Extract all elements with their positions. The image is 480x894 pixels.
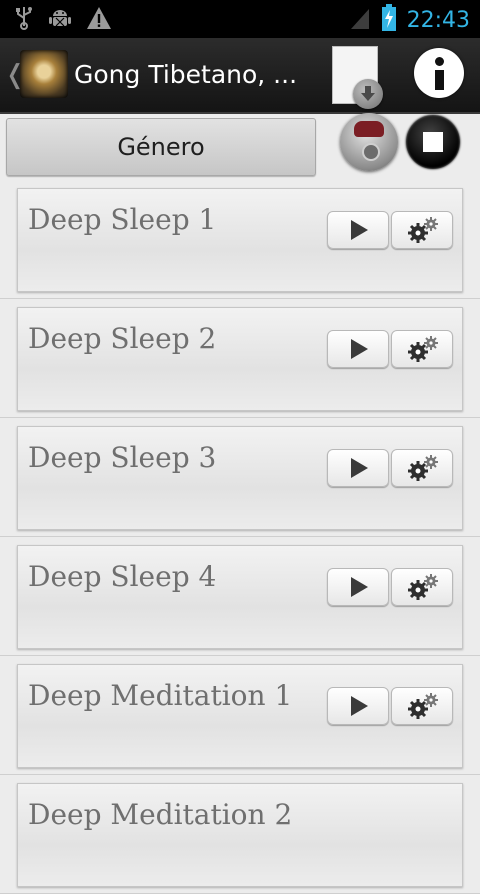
android-debug-icon [48, 6, 72, 34]
usb-icon [14, 6, 34, 34]
track-title: Deep Sleep 2 [28, 322, 217, 355]
settings-button[interactable] [391, 211, 453, 249]
gears-icon [408, 693, 438, 719]
warning-icon [86, 6, 112, 34]
track-card[interactable]: Deep Sleep 2 [17, 307, 463, 411]
action-bar: ❬ Gong Tibetano, ... [0, 38, 480, 114]
track-list: Deep Sleep 1 Deep Sleep 2 Deep Sleep 3 D… [0, 180, 480, 894]
info-button[interactable] [414, 48, 464, 98]
track-title: Deep Sleep 3 [28, 441, 217, 474]
settings-button[interactable] [391, 687, 453, 725]
play-button[interactable] [327, 449, 389, 487]
download-icon [353, 79, 383, 109]
track-card[interactable]: Deep Meditation 1 [17, 664, 463, 768]
radio-icon [354, 121, 384, 137]
app-icon[interactable] [20, 50, 68, 98]
list-item: Deep Meditation 2 [0, 775, 480, 894]
play-button[interactable] [327, 687, 389, 725]
list-item: Deep Sleep 2 [0, 299, 480, 418]
track-card[interactable]: Deep Sleep 3 [17, 426, 463, 530]
status-bar: 22:43 [0, 0, 480, 38]
clock: 22:43 [406, 7, 470, 33]
gears-icon [408, 455, 438, 481]
download-button[interactable] [332, 46, 383, 109]
settings-button[interactable] [391, 330, 453, 368]
track-card[interactable]: Deep Sleep 1 [17, 188, 463, 292]
gears-icon [408, 217, 438, 243]
info-icon [435, 57, 444, 66]
play-icon [351, 458, 368, 478]
settings-button[interactable] [391, 568, 453, 606]
play-button[interactable] [327, 568, 389, 606]
notification-icons [14, 6, 112, 34]
play-icon [351, 696, 368, 716]
stop-icon [423, 132, 443, 152]
stop-button[interactable] [406, 115, 460, 169]
gears-icon [408, 574, 438, 600]
list-item: Deep Sleep 4 [0, 537, 480, 656]
list-item: Deep Meditation 1 [0, 656, 480, 775]
track-card[interactable]: Deep Sleep 4 [17, 545, 463, 649]
app-title: Gong Tibetano, ... [74, 60, 298, 89]
signal-icon [349, 5, 371, 35]
play-icon [351, 577, 368, 597]
list-item: Deep Sleep 1 [0, 180, 480, 299]
radio-button[interactable] [340, 113, 398, 171]
play-icon [351, 220, 368, 240]
track-title: Deep Sleep 1 [28, 203, 217, 236]
play-button[interactable] [327, 330, 389, 368]
track-card[interactable]: Deep Meditation 2 [17, 783, 463, 887]
play-icon [351, 339, 368, 359]
list-item: Deep Sleep 3 [0, 418, 480, 537]
play-button[interactable] [327, 211, 389, 249]
genre-button[interactable]: Género [6, 118, 316, 176]
battery-charging-icon [381, 4, 397, 36]
track-title: Deep Sleep 4 [28, 560, 217, 593]
track-title: Deep Meditation 1 [28, 679, 293, 712]
gears-icon [408, 336, 438, 362]
track-title: Deep Meditation 2 [28, 798, 293, 831]
settings-button[interactable] [391, 449, 453, 487]
system-icons: 22:43 [349, 4, 470, 36]
